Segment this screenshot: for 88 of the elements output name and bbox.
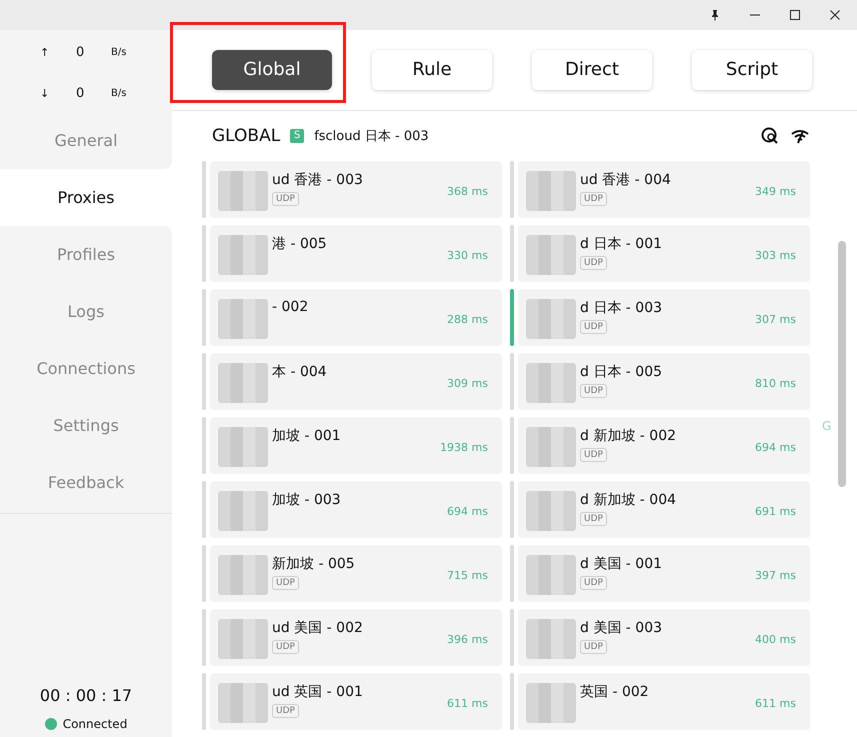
wifi-icon[interactable]: [791, 128, 809, 144]
proxy-card[interactable]: 新加坡 - 005 UDP 715 ms: [210, 545, 502, 602]
proxy-name: d 美国 - 003: [580, 619, 662, 637]
proxy-name: d 新加坡 - 002: [580, 427, 676, 445]
proxy-name: ud 香港 - 004: [580, 171, 671, 189]
proxy-name: d 日本 - 001: [580, 235, 662, 253]
mode-tab[interactable]: Rule: [372, 50, 492, 90]
mode-tab[interactable]: Script: [692, 50, 812, 90]
protocol-tag: UDP: [272, 704, 299, 718]
proxy-name: 加坡 - 001: [272, 427, 341, 445]
proxy-card[interactable]: d 美国 - 001 UDP 397 ms: [518, 545, 810, 602]
mode-tab[interactable]: Direct: [532, 50, 652, 90]
latency-value: 397 ms: [755, 569, 796, 582]
latency-value: 691 ms: [755, 505, 796, 518]
proxy-card[interactable]: 加坡 - 001 1938 ms: [210, 417, 502, 474]
latency-value: 810 ms: [755, 377, 796, 390]
proxy-card[interactable]: d 日本 - 001 UDP 303 ms: [518, 225, 810, 282]
proxy-name: d 新加坡 - 004: [580, 491, 676, 509]
latency-value: 396 ms: [447, 633, 488, 646]
proxy-name: d 日本 - 005: [580, 363, 662, 381]
latency-value: 368 ms: [447, 185, 488, 198]
proxy-name: 英国 - 002: [580, 683, 649, 701]
proxy-card[interactable]: 港 - 005 330 ms: [210, 225, 502, 282]
proxy-card[interactable]: d 新加坡 - 002 UDP 694 ms: [518, 417, 810, 474]
proxy-card[interactable]: d 新加坡 - 004 UDP 691 ms: [518, 481, 810, 538]
latency-value: 330 ms: [447, 249, 488, 262]
protocol-tag: UDP: [580, 256, 607, 270]
proxy-name: 新加坡 - 005: [272, 555, 355, 573]
proxy-card[interactable]: d 日本 - 003 UDP 307 ms: [518, 289, 810, 346]
group-title: GLOBAL: [212, 126, 280, 146]
proxy-name: ud 美国 - 002: [272, 619, 363, 637]
latency-value: 307 ms: [755, 313, 796, 326]
traffic-arrow: ↓: [40, 87, 50, 100]
protocol-tag: UDP: [580, 512, 607, 526]
proxy-name: d 美国 - 001: [580, 555, 662, 573]
proxy-card[interactable]: d 日本 - 005 UDP 810 ms: [518, 353, 810, 410]
latency-value: 309 ms: [447, 377, 488, 390]
proxy-name: 加坡 - 003: [272, 491, 341, 509]
proxy-name: 本 - 004: [272, 363, 327, 381]
proxy-name: d 日本 - 003: [580, 299, 662, 317]
traffic-value: 0: [76, 86, 86, 101]
proxy-card[interactable]: ud 香港 - 003 UDP 368 ms: [210, 161, 502, 218]
traffic-value: 0: [76, 45, 86, 60]
latency-value: 1938 ms: [440, 441, 488, 454]
group-type-badge: S: [290, 129, 304, 143]
proxy-name: ud 香港 - 003: [272, 171, 363, 189]
pin-icon[interactable]: [709, 9, 721, 21]
proxy-card[interactable]: 英国 - 002 611 ms: [518, 673, 810, 730]
protocol-tag: UDP: [272, 192, 299, 206]
proxy-card[interactable]: d 美国 - 003 UDP 400 ms: [518, 609, 810, 666]
latency-test-icon[interactable]: [761, 127, 779, 145]
proxy-card[interactable]: ud 英国 - 001 UDP 611 ms: [210, 673, 502, 730]
proxy-card[interactable]: ud 香港 - 004 UDP 349 ms: [518, 161, 810, 218]
traffic-arrow: ↑: [40, 46, 50, 59]
protocol-tag: UDP: [580, 320, 607, 334]
latency-value: 400 ms: [755, 633, 796, 646]
proxy-name: - 002: [272, 299, 308, 315]
scrollbar-thumb[interactable]: [838, 241, 846, 487]
latency-value: 611 ms: [755, 697, 796, 710]
protocol-tag: UDP: [580, 384, 607, 398]
protocol-tag: UDP: [580, 640, 607, 654]
maximize-icon[interactable]: [789, 9, 801, 21]
traffic-unit: B/s: [111, 47, 126, 58]
status-dot: [44, 718, 57, 730]
latency-value: 303 ms: [755, 249, 796, 262]
proxy-name: 港 - 005: [272, 235, 327, 253]
traffic-unit: B/s: [111, 88, 126, 99]
current-proxy: fscloud 日本 - 003: [314, 128, 429, 145]
latency-value: 694 ms: [755, 441, 796, 454]
mode-tab[interactable]: Global: [212, 50, 332, 90]
close-icon[interactable]: [829, 9, 841, 21]
proxy-card[interactable]: - 002 288 ms: [210, 289, 502, 346]
connection-status: Connected: [62, 717, 128, 731]
proxy-card[interactable]: 本 - 004 309 ms: [210, 353, 502, 410]
protocol-tag: UDP: [272, 640, 299, 654]
connection-timer: 00 : 00 : 17: [40, 686, 132, 705]
latency-value: 715 ms: [447, 569, 488, 582]
latency-value: 611 ms: [447, 697, 488, 710]
protocol-tag: UDP: [580, 192, 607, 206]
proxy-name: ud 英国 - 001: [272, 683, 363, 701]
protocol-tag: UDP: [272, 576, 299, 590]
protocol-tag: UDP: [580, 576, 607, 590]
proxy-card[interactable]: 加坡 - 003 694 ms: [210, 481, 502, 538]
protocol-tag: UDP: [580, 448, 607, 462]
latency-value: 694 ms: [447, 505, 488, 518]
proxy-card[interactable]: ud 美国 - 002 UDP 396 ms: [210, 609, 502, 666]
latency-value: 349 ms: [755, 185, 796, 198]
latency-value: 288 ms: [447, 313, 488, 326]
